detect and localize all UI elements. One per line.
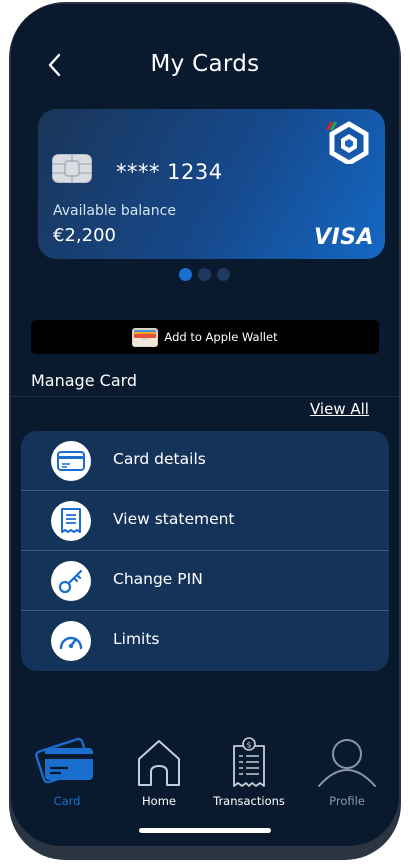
menu-item-label: View statement bbox=[113, 510, 235, 528]
menu-item-view-statement[interactable]: View statement bbox=[21, 491, 389, 551]
divider bbox=[11, 396, 399, 397]
chip-icon bbox=[52, 154, 92, 183]
gauge-icon bbox=[51, 621, 91, 661]
tab-card[interactable]: Card bbox=[23, 724, 111, 814]
manage-card-list: Card details View statement Change PIN L… bbox=[21, 431, 389, 671]
card-icon bbox=[35, 737, 93, 784]
tab-label: Card bbox=[53, 794, 81, 808]
menu-item-card-details[interactable]: Card details bbox=[21, 431, 389, 491]
profile-icon bbox=[318, 739, 376, 787]
carousel-dots bbox=[179, 268, 230, 282]
bank-card[interactable]: **** 1234 Available balance €2,200 VISA bbox=[38, 109, 385, 259]
balance-label: Available balance bbox=[53, 203, 176, 219]
balance-value: €2,200 bbox=[53, 225, 116, 246]
menu-item-label: Change PIN bbox=[113, 570, 203, 588]
statement-icon bbox=[51, 501, 91, 541]
home-icon bbox=[138, 740, 180, 786]
menu-item-label: Card details bbox=[113, 450, 206, 468]
bank-logo-icon bbox=[326, 121, 369, 164]
menu-item-label: Limits bbox=[113, 630, 160, 648]
tab-label: Transactions bbox=[213, 794, 285, 808]
tab-home[interactable]: Home bbox=[115, 724, 203, 814]
tab-label: Profile bbox=[329, 794, 365, 808]
menu-item-change-pin[interactable]: Change PIN bbox=[21, 551, 389, 611]
carousel-dot[interactable] bbox=[217, 268, 230, 281]
svg-text:$: $ bbox=[246, 741, 251, 750]
visa-logo: VISA bbox=[314, 225, 375, 250]
tab-transactions[interactable]: $ Transactions bbox=[205, 724, 293, 814]
bottom-tab-bar: Card Home $ Transactions Profile bbox=[11, 724, 399, 814]
page-title: My Cards bbox=[150, 51, 260, 77]
wallet-icon bbox=[132, 327, 159, 347]
tab-label: Home bbox=[142, 794, 176, 808]
carousel-dot[interactable] bbox=[198, 268, 211, 281]
card-icon bbox=[51, 441, 91, 481]
receipt-icon: $ bbox=[233, 737, 265, 787]
menu-item-limits[interactable]: Limits bbox=[21, 611, 389, 671]
card-number: **** 1234 bbox=[116, 160, 223, 184]
header: My Cards bbox=[11, 4, 399, 114]
section-title: Manage Card bbox=[31, 371, 138, 390]
view-all-link[interactable]: View All bbox=[310, 400, 369, 418]
home-indicator[interactable] bbox=[139, 828, 271, 833]
carousel-dot[interactable] bbox=[179, 268, 192, 281]
wallet-button-label: Add to Apple Wallet bbox=[164, 330, 278, 344]
key-icon bbox=[51, 561, 91, 601]
app-screen: My Cards **** 1234 Available balance €2,… bbox=[11, 4, 399, 846]
add-to-apple-wallet-button[interactable]: Add to Apple Wallet bbox=[31, 320, 379, 354]
tab-profile[interactable]: Profile bbox=[303, 724, 391, 814]
